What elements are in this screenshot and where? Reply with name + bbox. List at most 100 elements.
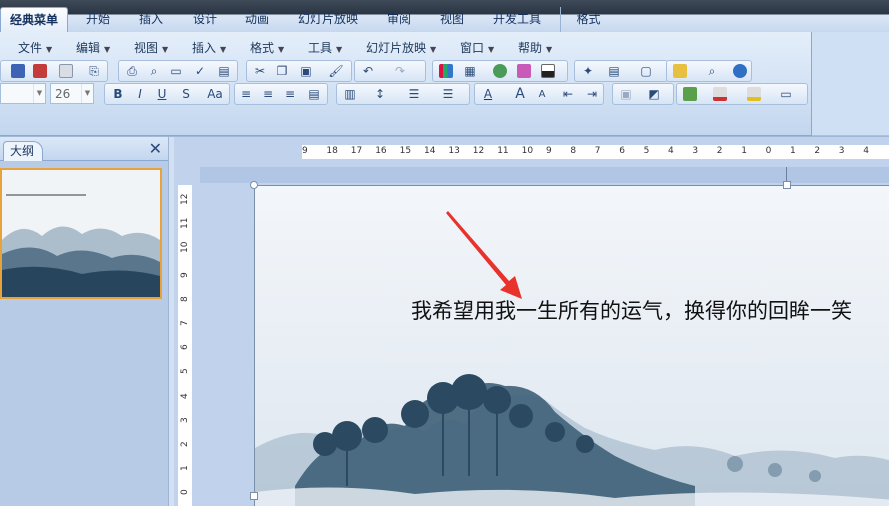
menu-slideshow-label: 幻灯片放映	[366, 41, 427, 55]
paste-icon[interactable]: ▣	[297, 62, 315, 80]
italic-button[interactable]: I	[131, 85, 149, 103]
change-case-button[interactable]: Aa	[203, 85, 227, 103]
ruler-tick-label: 4	[668, 146, 674, 156]
bullets-icon[interactable]: ☰	[439, 85, 457, 103]
toolbar-file-group: ⎘	[0, 60, 108, 82]
font-name-combo[interactable]: ▼	[0, 83, 46, 104]
shape-styles-icon[interactable]: ◩	[645, 85, 663, 103]
fill-color-icon[interactable]	[711, 85, 729, 103]
menu-insert[interactable]: 插入 ▼	[192, 39, 226, 56]
hyperlink-icon[interactable]	[491, 62, 509, 80]
help-icon[interactable]	[731, 62, 749, 80]
copy-icon[interactable]: ❐	[273, 62, 291, 80]
menu-view[interactable]: 视图 ▼	[134, 39, 168, 56]
quick-styles-icon[interactable]	[681, 85, 699, 103]
permission-icon[interactable]	[31, 62, 49, 80]
tab-design[interactable]: 设计	[178, 7, 232, 32]
line-spacing-icon[interactable]: ↕	[371, 85, 389, 103]
ruler-tick-label: 4	[180, 392, 190, 399]
bold-button[interactable]: B	[109, 85, 127, 103]
textbox-icon[interactable]: ▢	[637, 62, 655, 80]
menu-arrow-icon: ▼	[220, 45, 227, 54]
tab-view[interactable]: 视图	[428, 7, 476, 32]
resize-handle[interactable]	[250, 492, 258, 500]
ruler-tick-label: 2	[716, 146, 723, 156]
tab-review[interactable]: 审阅	[374, 7, 424, 32]
shadow-button[interactable]: S	[177, 85, 195, 103]
arrange-icon[interactable]: ▣	[617, 85, 635, 103]
slide-title-text[interactable]: 我希望用我一生所有的运气，换得你的回眸一笑	[411, 295, 852, 325]
align-center-icon[interactable]: ≡	[259, 85, 277, 103]
shrink-font-button[interactable]: A	[533, 85, 551, 103]
menu-file[interactable]: 文件 ▼	[18, 39, 52, 56]
menu-help-label: 帮助	[518, 41, 543, 55]
align-left-icon[interactable]: ≡	[237, 85, 255, 103]
toolbar-insert-group: ▦	[432, 60, 568, 82]
menu-tools-label: 工具	[308, 41, 333, 55]
chevron-down-icon[interactable]: ▼	[81, 84, 93, 103]
chart-icon[interactable]	[437, 62, 455, 80]
increase-indent-icon[interactable]: ⇥	[583, 85, 601, 103]
menu-arrow-icon: ▼	[488, 45, 495, 54]
cut-icon[interactable]: ✂	[251, 62, 269, 80]
print-icon[interactable]: ⎙	[123, 62, 141, 80]
menu-edit[interactable]: 编辑 ▼	[76, 39, 110, 56]
tab-format[interactable]: 格式	[560, 7, 616, 32]
menu-slideshow[interactable]: 幻灯片放映 ▼	[366, 39, 436, 56]
font-size-combo[interactable]: 26 ▼	[50, 83, 94, 104]
toolbar-undo-group: ↶ ↷	[354, 60, 426, 82]
justify-icon[interactable]: ▤	[305, 85, 323, 103]
menu-format-label: 格式	[250, 41, 275, 55]
layout-icon[interactable]: ▤	[605, 62, 623, 80]
zoom-icon[interactable]: ⌕	[703, 62, 721, 80]
table-icon[interactable]: ▦	[461, 62, 479, 80]
shapes-icon[interactable]	[671, 62, 689, 80]
underline-button[interactable]: U	[153, 85, 171, 103]
black-white-icon[interactable]	[539, 62, 557, 80]
redo-icon[interactable]: ↷	[391, 62, 409, 80]
font-color-button[interactable]: A	[479, 85, 497, 103]
tab-insert[interactable]: 插入	[126, 7, 176, 32]
text-direction-icon[interactable]: ▥	[341, 85, 359, 103]
tab-classic-menu[interactable]: 经典菜单	[0, 7, 68, 32]
tab-animations[interactable]: 动画	[232, 7, 282, 32]
spelling-icon[interactable]: ✓	[191, 62, 209, 80]
research-icon[interactable]: ▭	[167, 62, 185, 80]
menu-tools[interactable]: 工具 ▼	[308, 39, 342, 56]
tab-home[interactable]: 开始	[70, 7, 126, 32]
print-preview-icon[interactable]: ⌕	[145, 62, 163, 80]
attach-icon[interactable]: ⎘	[85, 62, 103, 80]
toolbar-tools-group: ⌕	[666, 60, 752, 82]
new-slide-icon[interactable]: ✦	[579, 62, 597, 80]
resize-handle[interactable]	[783, 181, 791, 189]
close-icon[interactable]: ✕	[149, 139, 162, 158]
undo-icon[interactable]: ↶	[359, 62, 377, 80]
save-icon[interactable]	[9, 62, 27, 80]
menu-format[interactable]: 格式 ▼	[250, 39, 284, 56]
menu-help[interactable]: 帮助 ▼	[518, 39, 552, 56]
ruler-tick-label: 14	[424, 146, 436, 156]
tab-outline[interactable]: 大纲	[3, 141, 44, 161]
toolbar-paragraph-group: ▥ ↕ ☰ ☰	[336, 83, 470, 105]
resize-handle[interactable]	[250, 181, 258, 189]
tab-slideshow[interactable]: 幻灯片放映	[288, 7, 368, 32]
slide-canvas[interactable]: 我希望用我一生所有的运气，换得你的回眸一笑	[254, 185, 889, 506]
format-painter-icon[interactable]: 🖌	[327, 62, 345, 80]
grow-font-button[interactable]: A	[511, 85, 529, 103]
decrease-indent-icon[interactable]: ⇤	[559, 85, 577, 103]
color-grayscale-icon[interactable]	[515, 62, 533, 80]
ribbon-tab-bar: 经典菜单 开始 插入 设计 动画 幻灯片放映 审阅 视图 开发工具 格式	[0, 0, 889, 32]
outline-pane-header: 大纲 ✕	[0, 137, 168, 161]
slide-thumbnail[interactable]	[0, 168, 162, 299]
numbering-icon[interactable]: ☰	[405, 85, 423, 103]
email-icon[interactable]	[57, 62, 75, 80]
menu-arrow-icon: ▼	[430, 45, 437, 54]
menu-window[interactable]: 窗口 ▼	[460, 39, 494, 56]
line-color-icon[interactable]	[745, 85, 763, 103]
permission-check-icon[interactable]: ▤	[215, 62, 233, 80]
tab-developer[interactable]: 开发工具	[480, 7, 554, 32]
align-right-icon[interactable]: ≡	[281, 85, 299, 103]
ruler-tick-label: 9	[180, 271, 190, 278]
chevron-down-icon[interactable]: ▼	[33, 84, 45, 103]
shadow-effect-icon[interactable]: ▭	[777, 85, 795, 103]
